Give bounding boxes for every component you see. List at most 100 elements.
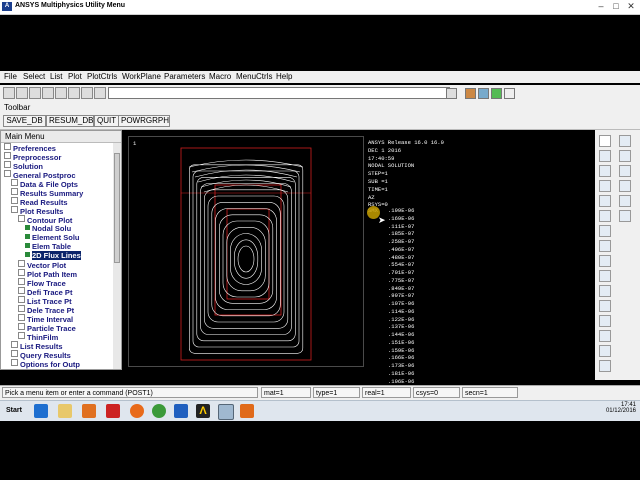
ansys-icon[interactable]: Λ: [196, 404, 210, 418]
left-view-icon[interactable]: [599, 195, 611, 207]
top-view-icon[interactable]: [599, 180, 611, 192]
expand-icon[interactable]: [18, 215, 25, 222]
model-icon[interactable]: [491, 88, 502, 99]
expand-icon[interactable]: [4, 170, 11, 177]
command-dropdown-icon[interactable]: [446, 88, 457, 99]
menu-tree-item[interactable]: 2D Flux Lines: [25, 251, 81, 260]
zoom-box-icon[interactable]: [599, 240, 611, 252]
contact-icon[interactable]: [478, 88, 489, 99]
fit-view-icon[interactable]: [599, 210, 611, 222]
menu-tree-item[interactable]: Defi Trace Pt: [18, 287, 72, 297]
expand-icon[interactable]: [11, 206, 18, 213]
menu-plot[interactable]: Plot: [68, 72, 82, 81]
expand-icon[interactable]: [18, 260, 25, 267]
maximize-button[interactable]: □: [609, 1, 623, 11]
front-view-icon[interactable]: [599, 165, 611, 177]
menu-tree-item[interactable]: ThinFilm: [18, 332, 58, 342]
print-view-icon[interactable]: [599, 345, 611, 357]
menu-tree-item[interactable]: Data & File Opts: [11, 179, 78, 189]
expand-icon[interactable]: [18, 332, 25, 339]
action-box-icon[interactable]: [25, 252, 30, 257]
menu-tree-item[interactable]: Query Results: [11, 350, 71, 360]
menu-tree-item[interactable]: List Results: [11, 341, 63, 351]
back-view-icon[interactable]: [619, 165, 631, 177]
chrome-icon[interactable]: [152, 404, 166, 418]
oblique-view-icon[interactable]: [619, 150, 631, 162]
expand-icon[interactable]: [18, 269, 25, 276]
menu-tree-item[interactable]: Dele Trace Pt: [18, 305, 74, 315]
pan-icon[interactable]: [42, 87, 54, 99]
action-box-icon[interactable]: [25, 234, 30, 239]
menu-tree-item[interactable]: Preprocessor: [4, 152, 61, 162]
expand-icon[interactable]: [11, 341, 18, 348]
menu-tree-item[interactable]: Vector Plot: [18, 260, 66, 270]
pan-left-icon[interactable]: [599, 300, 611, 312]
graphics-window[interactable]: 1: [128, 136, 364, 367]
menu-tree-item[interactable]: Plot Results: [11, 206, 63, 216]
iso-view-icon[interactable]: [599, 150, 611, 162]
expand-icon[interactable]: [4, 152, 11, 159]
expand-icon[interactable]: [18, 278, 25, 285]
expand-icon[interactable]: [18, 314, 25, 321]
quit-button[interactable]: QUIT: [94, 115, 119, 127]
folder-icon[interactable]: [58, 404, 72, 418]
command-input[interactable]: [108, 87, 450, 99]
menu-tree-item[interactable]: Solution: [4, 161, 43, 171]
ie-icon[interactable]: [34, 404, 48, 418]
start-button[interactable]: Start: [2, 404, 26, 418]
expand-icon[interactable]: [18, 323, 25, 330]
firefox-icon[interactable]: [130, 404, 144, 418]
menu-tree-item[interactable]: Results Summary: [11, 188, 83, 198]
outlook-icon[interactable]: [174, 404, 188, 418]
menu-file[interactable]: File: [4, 72, 17, 81]
pdf-icon[interactable]: [106, 404, 120, 418]
media-icon[interactable]: [82, 404, 96, 418]
main-menu-scrollbar[interactable]: [113, 143, 121, 369]
menu-help[interactable]: Help: [276, 72, 292, 81]
right-view-icon[interactable]: [619, 195, 631, 207]
resum-db-button[interactable]: RESUM_DB: [46, 115, 94, 127]
menu-tree-item[interactable]: Flow Trace: [18, 278, 66, 288]
save-icon[interactable]: [29, 87, 41, 99]
menu-parameters[interactable]: Parameters: [164, 72, 205, 81]
expand-icon[interactable]: [18, 296, 25, 303]
format-icon[interactable]: [504, 88, 515, 99]
save-db-button[interactable]: SAVE_DB: [3, 115, 46, 127]
action-box-icon[interactable]: [25, 225, 30, 230]
expand-icon[interactable]: [11, 179, 18, 186]
image-icon[interactable]: [81, 87, 93, 99]
menu-tree-item[interactable]: List Trace Pt: [18, 296, 72, 306]
expand-icon[interactable]: [11, 188, 18, 195]
help-icon[interactable]: [94, 87, 106, 99]
menu-list[interactable]: List: [50, 72, 62, 81]
dynamic-mode-icon[interactable]: [599, 330, 611, 342]
report-icon[interactable]: [68, 87, 80, 99]
menu-macro[interactable]: Macro: [209, 72, 231, 81]
rotate-icon[interactable]: [599, 225, 611, 237]
menu-tree-item[interactable]: Plot Path Item: [18, 269, 77, 279]
bottom-view-icon[interactable]: [619, 180, 631, 192]
minimize-button[interactable]: –: [594, 1, 608, 11]
print-icon[interactable]: [55, 87, 67, 99]
menu-workplane[interactable]: WorkPlane: [122, 72, 161, 81]
expand-icon[interactable]: [11, 359, 18, 366]
expand-icon[interactable]: [4, 143, 11, 150]
menu-tree-item[interactable]: Particle Trace: [18, 323, 76, 333]
menu-menuctrls[interactable]: MenuCtrls: [236, 72, 272, 81]
menu-tree-item[interactable]: Element Solu: [25, 233, 80, 242]
menu-tree-item[interactable]: General Postproc: [4, 170, 76, 180]
scrollbar-thumb[interactable]: [114, 153, 120, 263]
menu-tree-item[interactable]: Read Results: [11, 197, 68, 207]
zoom-in-icon[interactable]: [619, 135, 631, 147]
pan-right-icon[interactable]: [599, 315, 611, 327]
expand-icon[interactable]: [18, 305, 25, 312]
expand-icon[interactable]: [4, 161, 11, 168]
wireframe-icon[interactable]: [465, 88, 476, 99]
open-icon[interactable]: [16, 87, 28, 99]
expand-icon[interactable]: [18, 287, 25, 294]
hide-icon[interactable]: [599, 360, 611, 372]
zoom-out-icon[interactable]: [599, 270, 611, 282]
menu-tree-item[interactable]: Nodal Solu: [25, 224, 71, 233]
close-button[interactable]: ✕: [624, 1, 638, 12]
zoom-select-icon[interactable]: [619, 210, 631, 222]
